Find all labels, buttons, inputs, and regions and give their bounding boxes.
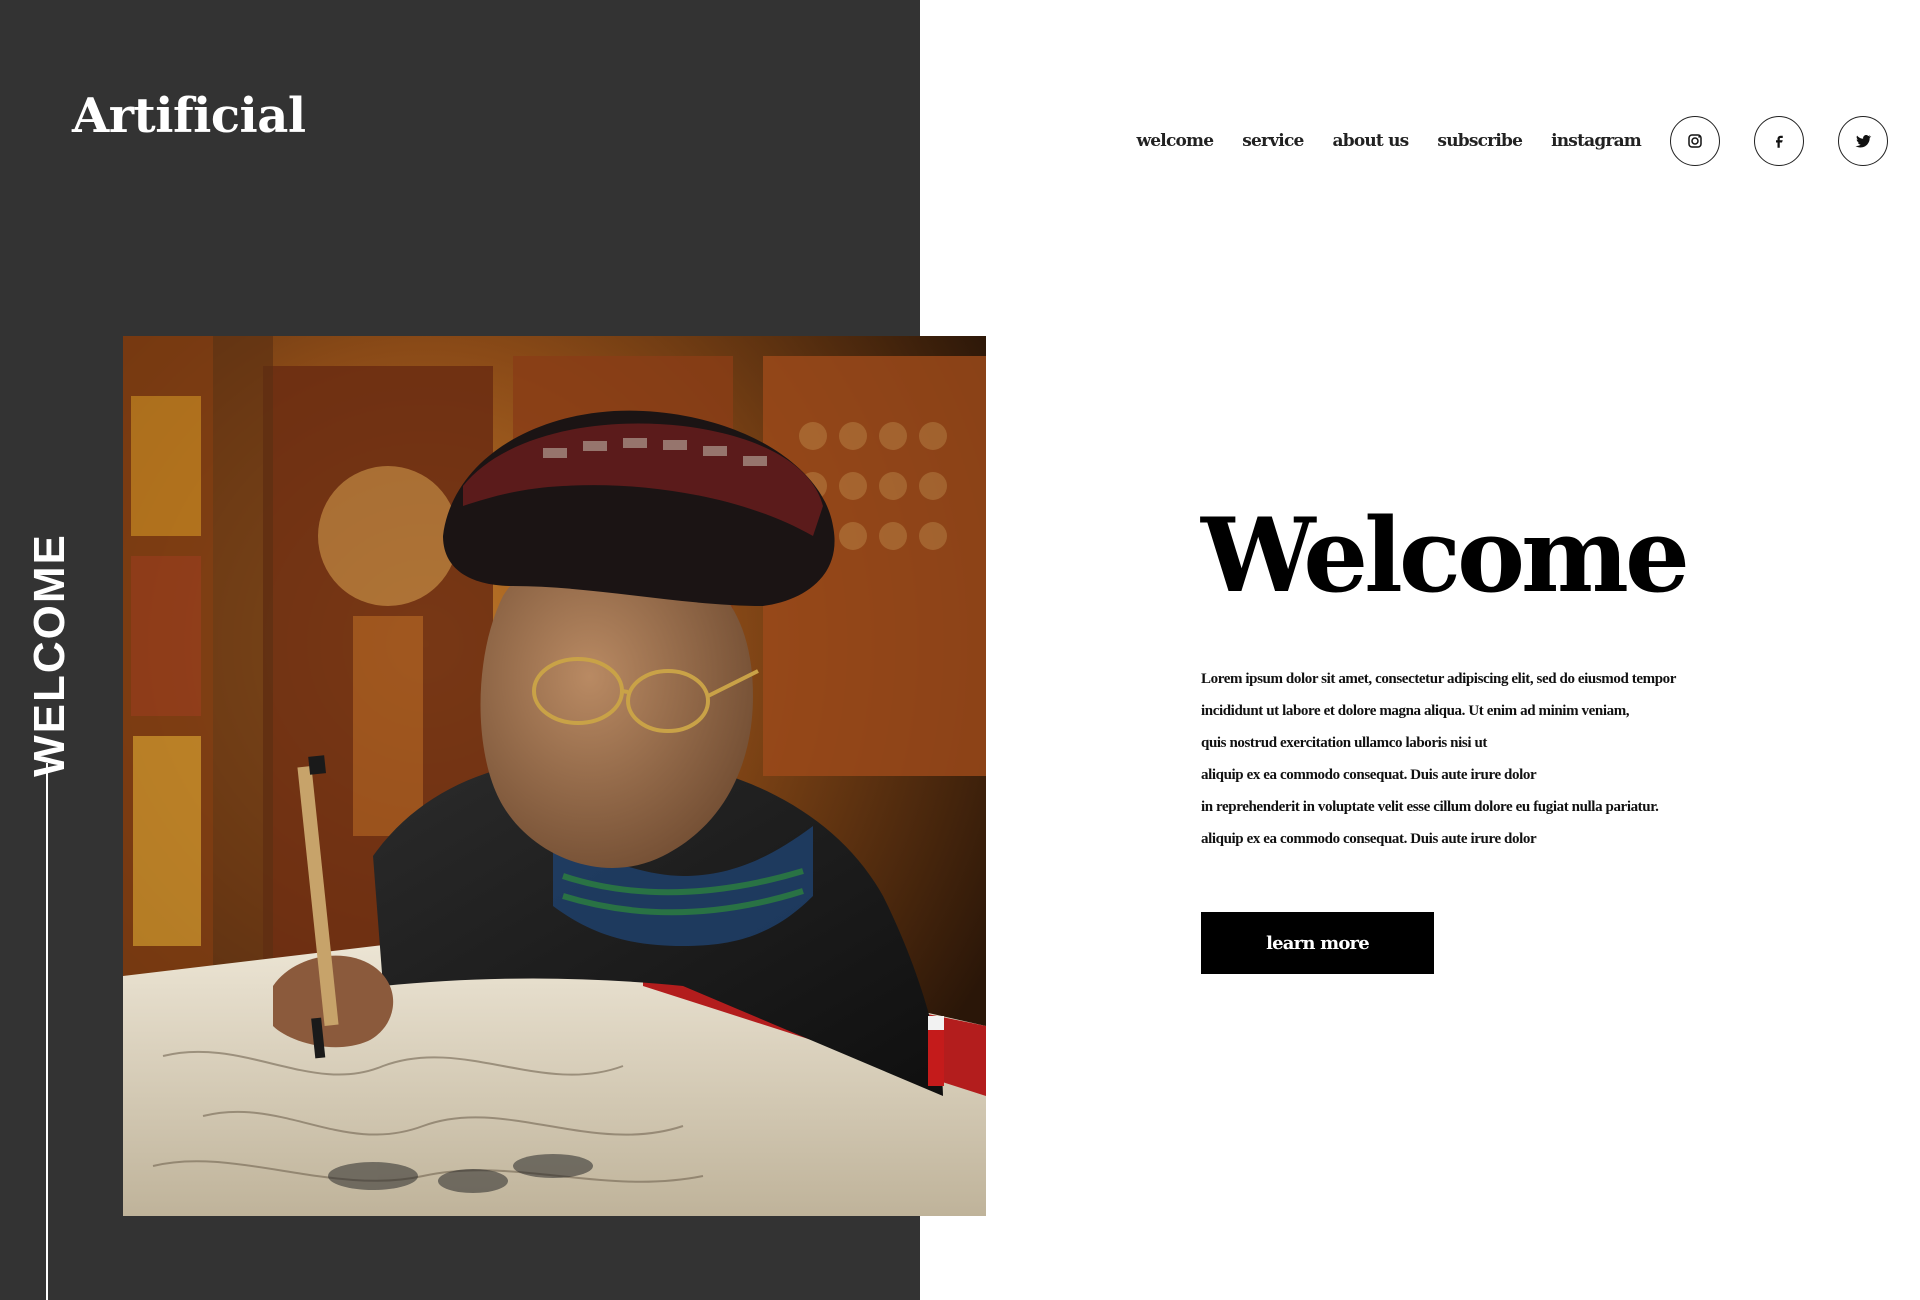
instagram-icon[interactable] <box>1670 116 1720 166</box>
nav-link-welcome[interactable]: welcome <box>1136 132 1214 150</box>
page: Artificial WELCOME welcome service about… <box>0 0 1920 1300</box>
learn-more-button[interactable]: learn more <box>1201 912 1434 974</box>
facebook-icon-glyph <box>1776 135 1783 148</box>
side-divider-line <box>46 763 48 1300</box>
hero-body-line: aliquip ex ea commodo consequat. Duis au… <box>1201 831 1537 847</box>
hero-photo <box>123 336 986 1216</box>
nav-link-instagram[interactable]: instagram <box>1551 132 1642 150</box>
hero-body-line: in reprehenderit in voluptate velit esse… <box>1201 799 1659 815</box>
hero-body-line: incididunt ut labore et dolore magna ali… <box>1201 703 1630 719</box>
side-label-text: WELCOME <box>25 533 75 777</box>
hero-body: Lorem ipsum dolor sit amet, consectetur … <box>1201 663 1761 855</box>
social-icons <box>1670 116 1917 166</box>
hero-photo-illustration <box>123 336 986 1216</box>
side-label: WELCOME <box>24 533 76 777</box>
hero-content: Welcome Lorem ipsum dolor sit amet, cons… <box>1201 505 1761 855</box>
hero-body-line: aliquip ex ea commodo consequat. Duis au… <box>1201 767 1537 783</box>
twitter-icon[interactable] <box>1838 116 1888 166</box>
top-nav: welcome service about us subscribe insta… <box>1136 116 1920 166</box>
logo[interactable]: Artificial <box>72 92 306 140</box>
twitter-icon-glyph <box>1855 135 1872 148</box>
facebook-icon[interactable] <box>1754 116 1804 166</box>
nav-link-subscribe[interactable]: subscribe <box>1437 132 1522 150</box>
instagram-icon-glyph <box>1688 134 1702 148</box>
hero-body-line: Lorem ipsum dolor sit amet, consectetur … <box>1201 671 1677 687</box>
hero-body-line: quis nostrud exercitation ullamco labori… <box>1201 735 1487 751</box>
nav-link-about-us[interactable]: about us <box>1333 132 1410 150</box>
hero-headline: Welcome <box>1201 496 1690 616</box>
nav-link-service[interactable]: service <box>1242 132 1304 150</box>
